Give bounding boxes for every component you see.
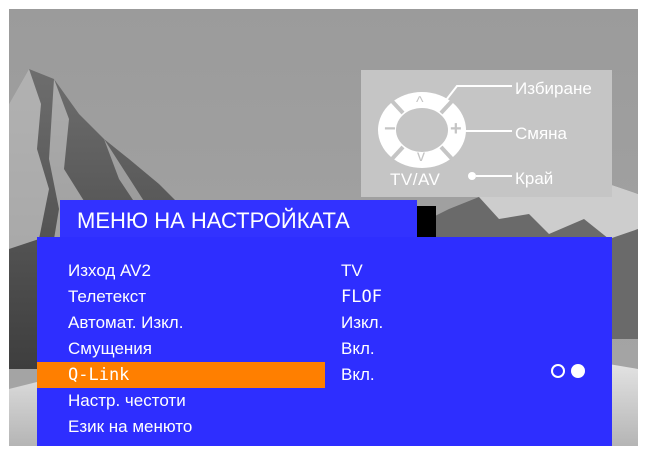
tv-screen: ^ v − + Избиране Смяна Край TV/AV МЕНЮ Н… [9, 9, 638, 446]
menu-item-auto-off[interactable]: Автомат. Изкл. [37, 310, 325, 336]
menu-item-label: Q-Link [68, 365, 130, 385]
plus-icon: + [450, 118, 462, 140]
menu-item-value: TV [341, 261, 363, 280]
menu-item-interference[interactable]: Смущения [37, 336, 325, 362]
menu-item-teletext[interactable]: Телетекст [37, 284, 325, 310]
remote-help-panel: ^ v − + Избиране Смяна Край TV/AV [361, 70, 612, 197]
setup-menu-panel: Изход AV2 TV Телетекст FLOF Автомат. Изк… [37, 237, 612, 446]
menu-item-label: Език на менюто [68, 417, 193, 436]
menu-item-value: Изкл. [341, 313, 384, 332]
tvav-button-label: TV/AV [390, 170, 441, 189]
menu-item-label: Автомат. Изкл. [68, 313, 184, 332]
up-arrow-icon: ^ [416, 94, 424, 111]
help-exit-label: Край [515, 169, 554, 188]
help-change-label: Смяна [515, 124, 568, 143]
menu-item-label: Изход AV2 [68, 261, 151, 280]
down-arrow-icon: v [417, 148, 425, 165]
menu-item-menu-language[interactable]: Език на менюто [37, 414, 325, 440]
menu-item-av2-output[interactable]: Изход AV2 [37, 258, 325, 284]
minus-icon: − [384, 118, 396, 140]
menu-item-label: Настр. честоти [68, 391, 186, 410]
menu-title-box: МЕНЮ НА НАСТРОЙКАТА [60, 200, 417, 240]
filled-circle-icon [571, 364, 585, 378]
menu-item-label: Смущения [68, 339, 152, 358]
menu-item-label: Телетекст [68, 287, 147, 306]
empty-circle-icon [551, 364, 565, 378]
menu-item-q-link[interactable]: Q-Link [37, 362, 325, 388]
menu-item-value: Вкл. [341, 365, 375, 384]
menu-item-value: FLOF [341, 287, 382, 307]
help-select-label: Избиране [515, 79, 592, 98]
menu-title: МЕНЮ НА НАСТРОЙКАТА [77, 208, 350, 233]
menu-item-tuning[interactable]: Настр. честоти [37, 388, 325, 414]
menu-item-value: Вкл. [341, 339, 375, 358]
